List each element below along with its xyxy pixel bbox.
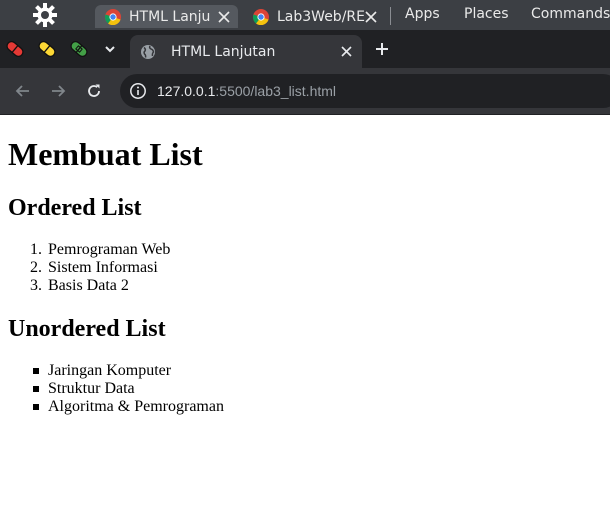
back-arrow-icon[interactable] [13,81,33,101]
list-item: Struktur Data [33,380,224,398]
chrome-icon [105,8,121,25]
ordered-list: 1. Pemrograman Web 2. Sistem Informasi 3. B… [30,241,171,295]
close-icon[interactable] [218,10,230,23]
taskbar-item-html-lanjutan[interactable]: HTML Lanju [95,5,238,28]
globe-icon [141,44,155,59]
square-bullet [33,386,39,392]
list-item-text: Pemrograman Web [48,241,171,258]
panel-separator [390,7,391,25]
list-item: Algoritma & Pemrograman [33,398,224,416]
list-number: 1. [30,241,42,258]
list-item-text: Struktur Data [48,380,135,397]
menu-places[interactable]: Places [464,6,509,22]
chrome-icon [253,8,269,25]
square-bullet [33,404,39,410]
yellow-pill-extension-icon[interactable] [36,38,58,60]
page-title: Membuat List [8,136,203,172]
new-tab-plus-icon[interactable] [372,39,392,59]
list-number: 3. [30,277,42,294]
browser-tab-strip: HTML Lanjutan [0,30,610,68]
reload-icon[interactable] [84,81,104,101]
url-path: :5500/lab3_list.html [215,83,337,99]
green-pill-extension-icon[interactable] [68,38,90,60]
info-icon[interactable] [129,82,147,100]
forward-arrow-icon[interactable] [48,81,68,101]
list-item: Jaringan Komputer [33,362,224,380]
list-item: 3. Basis Data 2 [30,277,170,295]
list-item-text: Algoritma & Pemrograman [48,398,224,415]
close-icon[interactable] [340,45,353,58]
page-content: Membuat List Ordered List 1. Pemrograman … [0,115,610,512]
tab-title: HTML Lanjutan [171,43,276,60]
menu-apps[interactable]: Apps [405,6,440,22]
list-item-text: Sistem Informasi [48,259,158,276]
list-number: 2. [30,259,42,276]
ordered-list-heading: Ordered List [8,195,142,221]
taskbar-item-label: Lab3Web/RE [277,8,365,25]
list-item: 1. Pemrograman Web [30,241,171,259]
taskbar-item-lab3web[interactable]: Lab3Web/RE [243,5,385,28]
square-bullet [33,368,39,374]
taskbar-item-label: HTML Lanju [129,8,211,25]
system-gear-icon[interactable] [31,1,59,29]
close-icon[interactable] [365,10,377,23]
menu-commands[interactable]: Commands [531,6,610,22]
url-host: 127.0.0.1 [157,83,216,99]
desktop-top-panel: HTML Lanju Lab3Web/RE Apps Places Comman… [0,0,610,30]
browser-toolbar: 127.0.0.1:5500/lab3_list.html [0,68,610,115]
unordered-list: Jaringan Komputer Struktur Data Algoritm… [33,362,224,416]
list-item-text: Jaringan Komputer [48,362,172,379]
chevron-down-icon[interactable] [100,39,120,59]
list-item: 2. Sistem Informasi [30,259,170,277]
unordered-list-heading: Unordered List [8,316,166,342]
address-bar[interactable]: 127.0.0.1:5500/lab3_list.html [120,74,610,108]
red-pill-extension-icon[interactable] [4,38,26,60]
list-item-text: Basis Data 2 [48,277,129,294]
tab-html-lanjutan[interactable]: HTML Lanjutan [130,35,362,68]
url-text: 127.0.0.1:5500/lab3_list.html [157,83,336,99]
